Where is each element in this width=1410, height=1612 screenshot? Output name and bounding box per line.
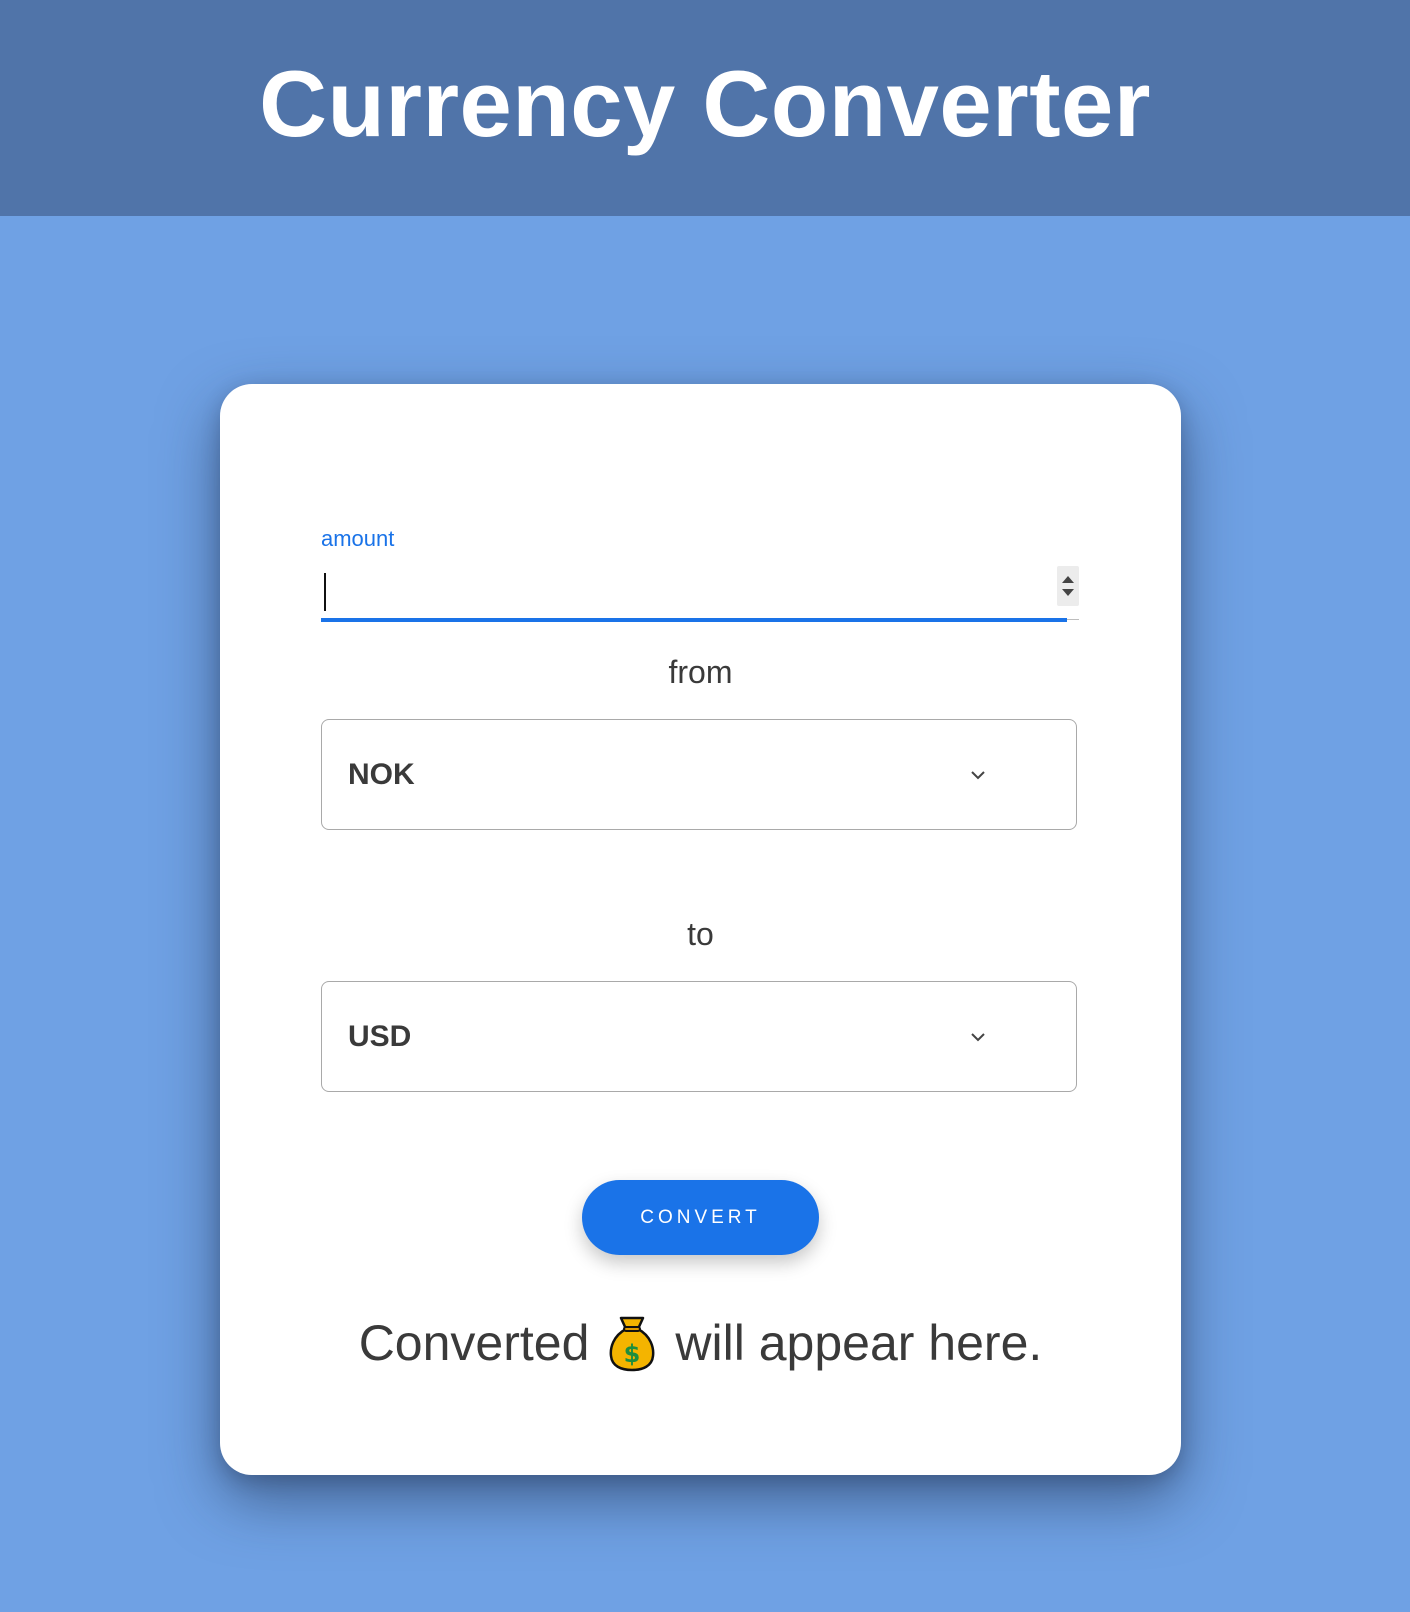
app-header: Currency Converter (0, 0, 1410, 216)
to-caption: to (687, 916, 714, 952)
converter-card: amount from NOK to USD CONVERT Converted… (220, 384, 1181, 1475)
amount-input[interactable] (321, 566, 1079, 622)
to-currency-select[interactable]: USD (321, 981, 1077, 1092)
input-focus-underline (321, 618, 1067, 622)
text-caret (324, 573, 326, 611)
convert-button[interactable]: CONVERT (582, 1180, 819, 1255)
result-suffix: will appear here. (675, 1315, 1043, 1371)
money-bag-icon: $ (609, 1316, 655, 1372)
from-caption: from (668, 654, 733, 690)
chevron-down-icon (971, 1032, 985, 1041)
result-message: Converted $ will appear here. (220, 1314, 1181, 1372)
page-title: Currency Converter (259, 51, 1151, 156)
svg-text:$: $ (624, 1340, 641, 1368)
increment-arrow-icon[interactable] (1062, 576, 1074, 583)
from-currency-value: NOK (348, 757, 415, 791)
from-currency-select[interactable]: NOK (321, 719, 1077, 830)
result-prefix: Converted (358, 1315, 590, 1371)
amount-label: amount (321, 526, 395, 551)
chevron-down-icon (971, 770, 985, 779)
decrement-arrow-icon[interactable] (1062, 589, 1074, 596)
number-spinner[interactable] (1057, 566, 1079, 606)
to-currency-value: USD (348, 1019, 412, 1053)
